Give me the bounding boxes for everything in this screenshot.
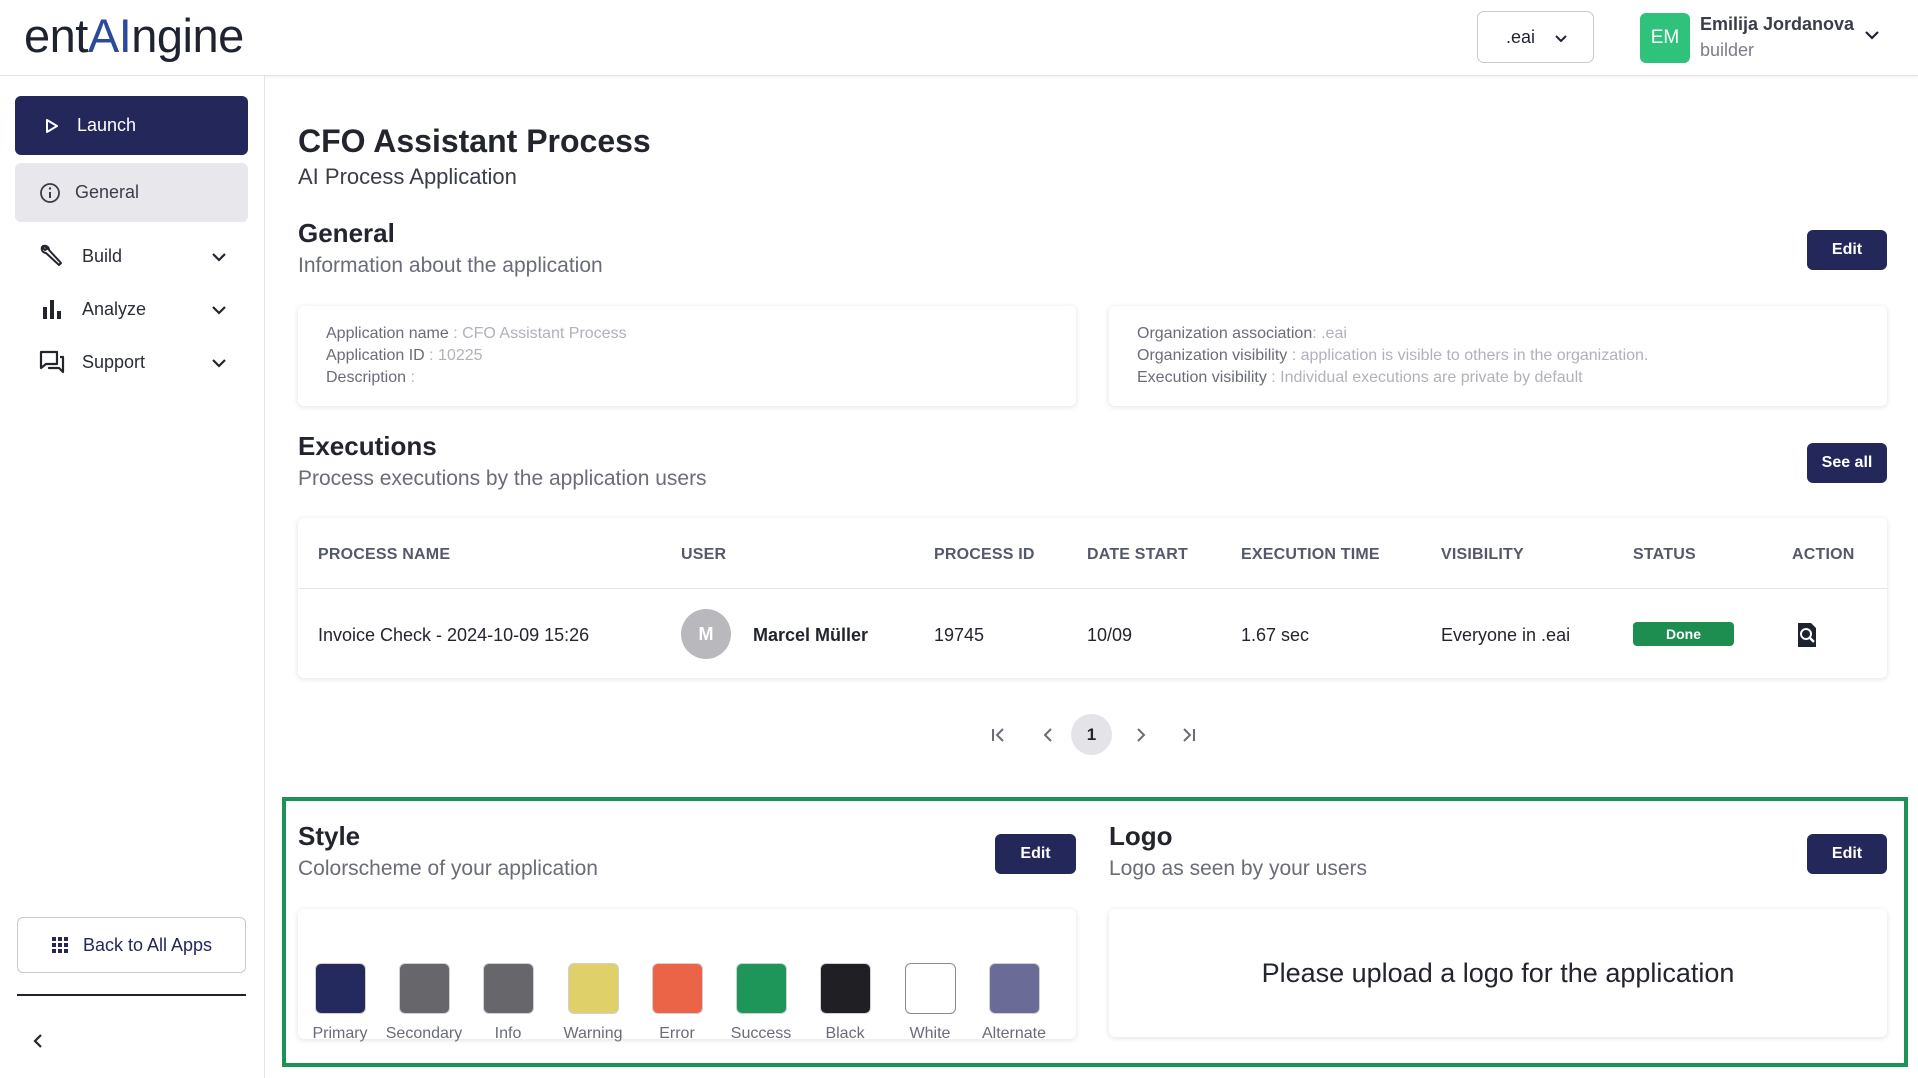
sidebar-item-support[interactable]: Support [38, 346, 228, 378]
execution-visibility-field: Execution visibility : Individual execut… [1137, 369, 1583, 386]
info-icon [40, 182, 60, 203]
executions-table: PROCESS NAME USER PROCESS ID DATE START … [298, 518, 1887, 678]
chat-icon [39, 350, 65, 374]
general-title: General [298, 218, 395, 248]
column-header[interactable]: STATUS [1633, 546, 1696, 564]
divider [17, 994, 246, 996]
visibility-cell: Everyone in .eai [1441, 625, 1571, 645]
sidebar: Launch General Build Analyze Support Bac… [0, 76, 265, 1078]
chevron-down-icon [1555, 35, 1567, 43]
date-start-cell: 10/09 [1087, 625, 1133, 645]
sidebar-item-label: Support [82, 351, 146, 372]
page-title: CFO Assistant Process [298, 123, 651, 159]
organization-select[interactable]: .eai [1477, 11, 1594, 63]
chevron-right-icon[interactable] [1131, 725, 1151, 745]
process-name-cell: Invoice Check - 2024-10-09 15:26 [318, 625, 590, 645]
executions-subtitle: Process executions by the application us… [298, 467, 707, 490]
application-name-field: Application name : CFO Assistant Process [326, 325, 627, 342]
first-page-icon[interactable] [989, 725, 1009, 745]
sidebar-item-label: Build [82, 245, 123, 266]
user-avatar[interactable]: EM [1640, 13, 1690, 63]
back-to-all-apps-label: Back to All Apps [82, 934, 213, 955]
user-cell: Marcel Müller [753, 625, 869, 645]
organization-select-value: .eai [1506, 26, 1536, 47]
general-edit-button[interactable]: Edit [1807, 230, 1887, 270]
wrench-icon [40, 244, 62, 266]
sidebar-item-analyze[interactable]: Analyze [38, 293, 228, 325]
column-header[interactable]: VISIBILITY [1441, 546, 1524, 564]
organization-info-card: Organization association: .eai Organizat… [1109, 306, 1887, 406]
search-document-icon[interactable] [1795, 622, 1819, 648]
launch-label: Launch [77, 115, 137, 135]
column-header[interactable]: DATE START [1087, 546, 1188, 564]
executions-title: Executions [298, 431, 437, 461]
app-logo[interactable]: entAIngine [24, 8, 244, 63]
general-subtitle: Information about the application [298, 254, 603, 277]
page-number[interactable]: 1 [1071, 714, 1112, 755]
highlight-frame [282, 797, 1908, 1067]
user-role: builder [1700, 40, 1755, 60]
column-header[interactable]: EXECUTION TIME [1241, 546, 1380, 564]
chevron-left-icon[interactable] [28, 1031, 48, 1051]
sidebar-item-label: General [75, 182, 140, 202]
grid-icon [51, 937, 68, 953]
chevron-down-icon [212, 306, 226, 315]
chevron-down-icon[interactable] [1862, 25, 1882, 45]
launch-button[interactable]: Launch [15, 96, 248, 155]
top-bar: entAIngine .eai EM Emilija Jordanova bui… [0, 0, 1918, 76]
bar-chart-icon [43, 300, 61, 319]
sidebar-item-label: Analyze [82, 298, 147, 319]
column-header[interactable]: PROCESS NAME [318, 546, 450, 564]
column-header: ACTION [1792, 546, 1855, 563]
process-id-cell: 19745 [934, 625, 985, 645]
chevron-left-icon[interactable] [1038, 725, 1058, 745]
sidebar-item-general[interactable]: General [15, 163, 248, 222]
chevron-down-icon [212, 253, 226, 262]
divider [298, 588, 1887, 589]
application-id-field: Application ID : 10225 [326, 347, 483, 364]
back-to-all-apps-button[interactable]: Back to All Apps [17, 917, 246, 973]
execution-time-cell: 1.67 sec [1241, 625, 1310, 645]
description-field: Description : [326, 369, 415, 386]
avatar: M [681, 609, 731, 659]
column-header[interactable]: USER [681, 546, 726, 564]
status-badge: Done [1633, 622, 1734, 646]
user-name[interactable]: Emilija Jordanova [1700, 14, 1854, 35]
application-info-card: Application name : CFO Assistant Process… [298, 306, 1076, 406]
organization-association-field: Organization association: .eai [1137, 325, 1347, 342]
play-icon [46, 118, 58, 133]
page-subtitle: AI Process Application [298, 164, 517, 189]
last-page-icon[interactable] [1178, 725, 1198, 745]
chevron-down-icon [212, 359, 226, 368]
sidebar-item-build[interactable]: Build [38, 240, 228, 272]
see-all-button[interactable]: See all [1807, 443, 1887, 483]
organization-visibility-field: Organization visibility : application is… [1137, 347, 1649, 364]
column-header[interactable]: PROCESS ID [934, 546, 1035, 564]
